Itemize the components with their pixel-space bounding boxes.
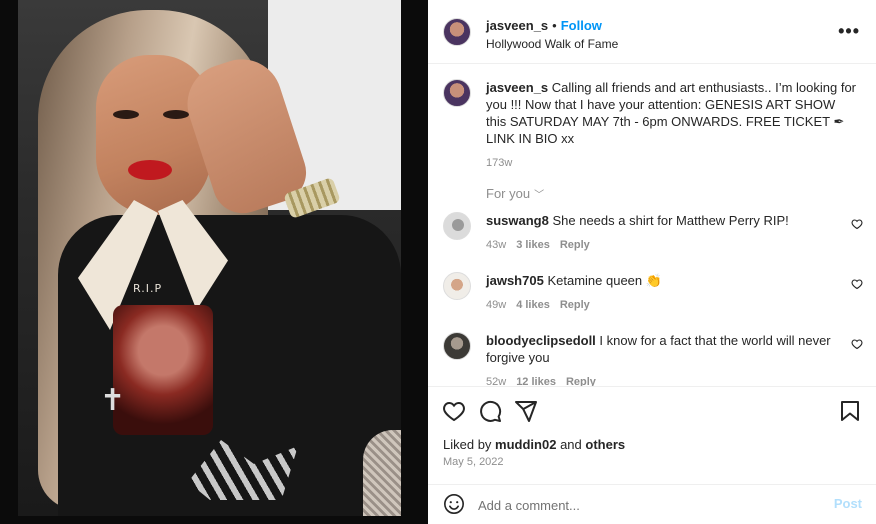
photo-print-text: R.I.P [133, 282, 163, 295]
comment-sort-label: For you [486, 186, 531, 201]
photo-eye-left [113, 110, 139, 119]
photo-lace [363, 430, 401, 516]
photo-eye-right [163, 110, 189, 119]
chevron-down-icon: ﹀ [534, 190, 545, 201]
share-icon[interactable] [514, 399, 538, 423]
comment-body: bloodyeclipsedoll I know for a fact that… [486, 332, 831, 386]
reply-button[interactable]: Reply [560, 239, 590, 251]
photo-face [96, 55, 211, 215]
photo-lips [128, 160, 172, 180]
comment-meta: 43w 3 likes Reply [486, 237, 831, 254]
comment-avatar[interactable] [443, 272, 471, 300]
comment-time[interactable]: 43w [486, 239, 506, 251]
liked-by-prefix: Liked by [443, 437, 496, 452]
comment-likes[interactable]: 4 likes [516, 299, 550, 311]
author-line: jasveen_s • Follow [486, 18, 602, 33]
comment-heart-icon[interactable] [851, 338, 863, 350]
comment-time[interactable]: 52w [486, 376, 506, 386]
post-details-panel: jasveen_s • Follow Hollywood Walk of Fame … [428, 0, 876, 524]
caption-time[interactable]: 173w [486, 157, 512, 169]
comment-meta: 49w 4 likes Reply [486, 297, 831, 314]
heart-icon[interactable] [442, 399, 466, 423]
reply-button[interactable]: Reply [560, 299, 590, 311]
liked-by-and: and [556, 437, 586, 452]
separator-dot: • [552, 18, 557, 33]
comment-sort-dropdown[interactable]: For you ﹀ [486, 186, 544, 201]
comment-text: She needs a shirt for Matthew Perry RIP! [552, 213, 789, 228]
post-date[interactable]: May 5, 2022 [443, 456, 504, 468]
reply-button[interactable]: Reply [566, 376, 596, 386]
author-username[interactable]: jasveen_s [486, 18, 548, 33]
comment-body: suswang8 She needs a shirt for Matthew P… [486, 212, 831, 254]
comment-likes[interactable]: 12 likes [516, 376, 556, 386]
bookmark-icon[interactable] [838, 399, 862, 423]
comment-likes[interactable]: 3 likes [516, 239, 550, 251]
comment-avatar[interactable] [443, 332, 471, 360]
comment-icon[interactable] [478, 399, 502, 423]
comment-username[interactable]: jawsh705 [486, 273, 544, 288]
comment-username[interactable]: suswang8 [486, 213, 549, 228]
comment-body: jawsh705 Ketamine queen 👏 49w 4 likes Repl… [486, 272, 831, 314]
post-photo[interactable]: R.I.P ✝ [18, 0, 401, 516]
comments-section[interactable]: jasveen_s Calling all friends and art en… [428, 64, 876, 386]
comment-heart-icon[interactable] [851, 278, 863, 290]
emoji-icon[interactable] [443, 493, 465, 515]
comment-heart-icon[interactable] [851, 218, 863, 230]
comment-text: Ketamine queen 👏 [547, 273, 662, 288]
post-comment-button[interactable]: Post [834, 496, 862, 511]
comment-time[interactable]: 49w [486, 299, 506, 311]
caption-body: jasveen_s Calling all friends and art en… [486, 79, 856, 172]
liked-by-others[interactable]: others [585, 437, 625, 452]
ellipsis-icon[interactable]: ••• [838, 22, 860, 40]
caption-avatar[interactable] [443, 79, 471, 107]
post-photo-panel: R.I.P ✝ [0, 0, 428, 524]
liked-by-user[interactable]: muddin02 [495, 437, 556, 452]
caption-meta: 173w [486, 155, 856, 172]
author-avatar[interactable] [443, 18, 471, 46]
photo-cross: ✝ [100, 384, 126, 417]
comment-input[interactable] [478, 494, 808, 516]
comment-meta: 52w 12 likes Reply [486, 374, 831, 386]
post-location[interactable]: Hollywood Walk of Fame [486, 37, 618, 51]
comment-username[interactable]: bloodyeclipsedoll [486, 333, 596, 348]
photo-shirt-print [113, 305, 213, 435]
post-actions: Liked by muddin02 and others May 5, 2022 [428, 386, 876, 486]
add-comment-bar: Post [428, 484, 876, 524]
follow-button[interactable]: Follow [561, 18, 602, 33]
post-header: jasveen_s • Follow Hollywood Walk of Fame … [428, 0, 876, 64]
liked-by-line: Liked by muddin02 and others [443, 437, 625, 452]
comment-avatar[interactable] [443, 212, 471, 240]
caption-username[interactable]: jasveen_s [486, 80, 548, 95]
